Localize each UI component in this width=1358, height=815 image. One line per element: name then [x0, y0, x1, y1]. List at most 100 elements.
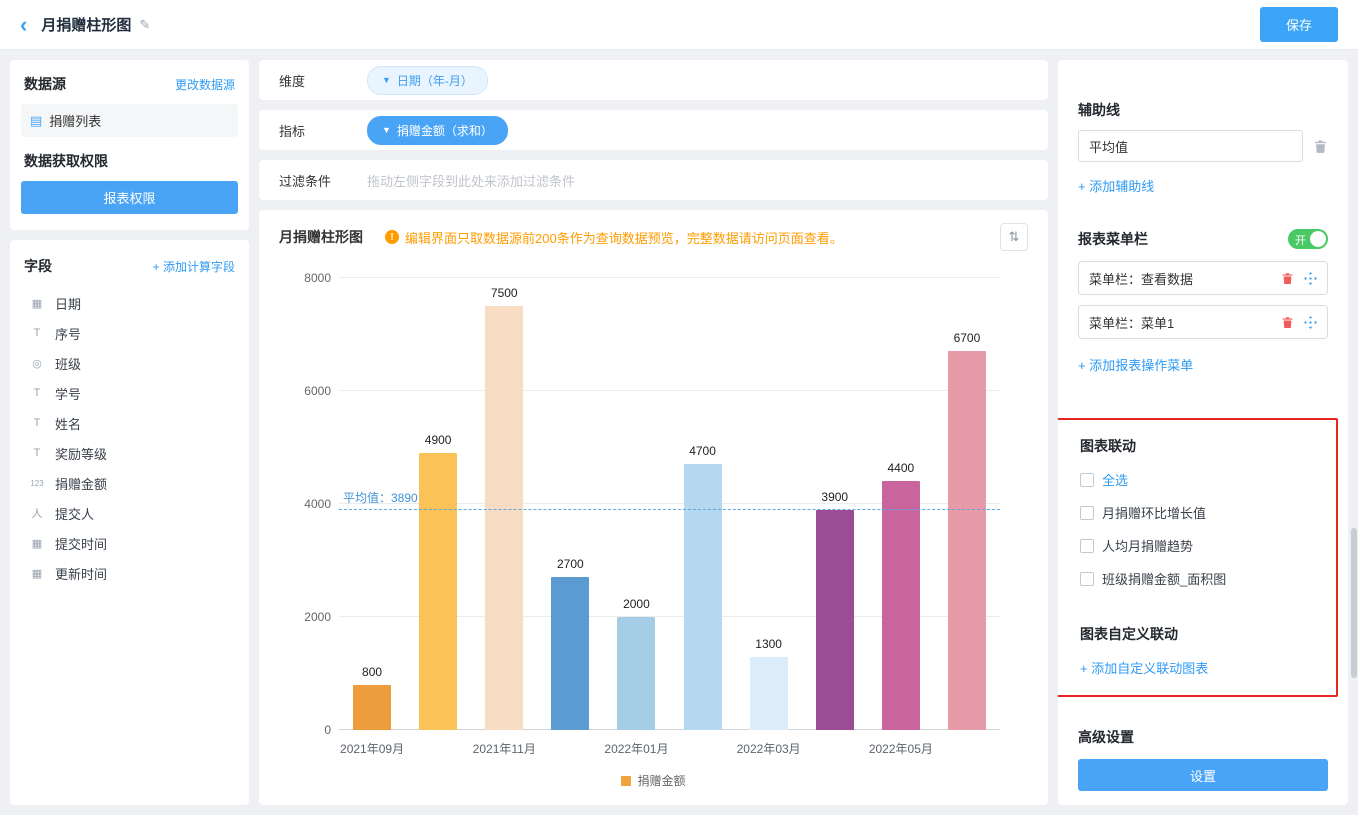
- chart-legend: 捐赠金额: [279, 772, 1028, 789]
- field-item[interactable]: T姓名: [21, 408, 238, 438]
- sort-button[interactable]: ⇅: [1000, 223, 1028, 251]
- bar-value-label: 2700: [557, 557, 584, 571]
- y-tick-label: 8000: [285, 271, 331, 285]
- field-item[interactable]: ▦提交时间: [21, 528, 238, 558]
- trash-icon[interactable]: [1281, 316, 1294, 329]
- bar[interactable]: [816, 510, 854, 730]
- aux-line-input[interactable]: [1078, 130, 1303, 162]
- field-list: ▦日期T序号◎班级T学号T姓名T奖励等级123捐赠金额人提交人▦提交时间▦更新时…: [21, 288, 238, 588]
- y-tick-label: 0: [285, 723, 331, 737]
- bar-value-label: 4900: [425, 433, 452, 447]
- add-custom-linkage-link[interactable]: + 添加自定义联动图表: [1080, 658, 1208, 677]
- bar[interactable]: [353, 685, 391, 730]
- linkage-option[interactable]: 月捐赠环比增长值: [1080, 503, 1324, 522]
- menu-bar-toggle[interactable]: 开: [1288, 229, 1328, 249]
- add-calc-field-link[interactable]: + 添加计算字段: [153, 258, 235, 275]
- warning-icon: !: [385, 230, 399, 244]
- datasource-name: 捐赠列表: [49, 111, 101, 130]
- dimension-pill[interactable]: ▼ 日期（年-月）: [367, 66, 488, 95]
- field-item[interactable]: 人提交人: [21, 498, 238, 528]
- calendar-icon: ▦: [27, 537, 47, 550]
- report-permission-button[interactable]: 报表权限: [21, 181, 238, 214]
- field-item[interactable]: 123捐赠金额: [21, 468, 238, 498]
- scrollbar-thumb[interactable]: [1351, 528, 1357, 678]
- linkage-option-label: 班级捐赠金额_面积图: [1102, 569, 1226, 588]
- x-tick-label: 2022年01月: [604, 740, 668, 757]
- bar-value-label: 6700: [954, 331, 981, 345]
- field-item[interactable]: ▦更新时间: [21, 558, 238, 588]
- text-icon: T: [27, 417, 47, 429]
- bar[interactable]: [948, 351, 986, 730]
- left-sidebar: 数据源 更改数据源 ▤ 捐赠列表 数据获取权限 报表权限 字段 + 添加计算字段…: [10, 60, 249, 805]
- bar[interactable]: [750, 657, 788, 730]
- field-item[interactable]: T 学号: [21, 378, 238, 408]
- legend-item[interactable]: 捐赠金额: [621, 772, 685, 789]
- preview-notice: ! 编辑界面只取数据源前200条作为查询数据预览，完整数据请访问页面查看。: [385, 228, 1000, 247]
- change-datasource-link[interactable]: 更改数据源: [175, 76, 235, 93]
- x-tick-label: 2022年05月: [869, 740, 933, 757]
- bar-value-label: 2000: [623, 597, 650, 611]
- trash-icon[interactable]: [1313, 139, 1328, 154]
- metric-pill-label: 捐赠金额（求和）: [397, 122, 493, 139]
- bar[interactable]: [419, 453, 457, 730]
- y-tick-label: 2000: [285, 610, 331, 624]
- x-tick-label: 2021年09月: [340, 740, 404, 757]
- toggle-on-label: 开: [1295, 232, 1306, 248]
- dimension-label: 维度: [279, 71, 367, 90]
- x-tick-label: 2022年03月: [737, 740, 801, 757]
- filter-label: 过滤条件: [279, 171, 367, 190]
- back-icon[interactable]: ‹: [20, 14, 27, 36]
- datasource-item[interactable]: ▤ 捐赠列表: [21, 104, 238, 137]
- bar[interactable]: [551, 577, 589, 730]
- average-line-label: 平均值：3890: [343, 489, 418, 506]
- edit-title-icon[interactable]: ✎: [139, 17, 150, 33]
- text-icon: T: [27, 447, 47, 459]
- checkbox-icon[interactable]: [1080, 473, 1094, 487]
- calendar-icon: ▦: [27, 567, 47, 580]
- bar[interactable]: [882, 481, 920, 730]
- bar-value-label: 4700: [689, 444, 716, 458]
- filter-dropzone[interactable]: 拖动左侧字段到此处来添加过滤条件: [367, 171, 575, 190]
- move-icon[interactable]: [1304, 272, 1317, 285]
- linkage-option[interactable]: 人均月捐赠趋势: [1080, 536, 1324, 555]
- bar-value-label: 1300: [755, 637, 782, 651]
- field-item[interactable]: T奖励等级: [21, 438, 238, 468]
- custom-linkage-title: 图表自定义联动: [1080, 624, 1324, 644]
- field-label: 学号: [55, 384, 81, 403]
- field-label: 提交人: [55, 504, 94, 523]
- main-layout: 数据源 更改数据源 ▤ 捐赠列表 数据获取权限 报表权限 字段 + 添加计算字段…: [0, 50, 1358, 815]
- bar[interactable]: [485, 306, 523, 730]
- checkbox-icon[interactable]: [1080, 506, 1094, 520]
- trash-icon[interactable]: [1281, 272, 1294, 285]
- linkage-option[interactable]: 全选: [1080, 470, 1324, 489]
- move-icon[interactable]: [1304, 316, 1317, 329]
- save-button[interactable]: 保存: [1260, 7, 1338, 42]
- text-icon: T: [27, 387, 47, 399]
- bar[interactable]: [684, 464, 722, 730]
- preview-notice-text: 编辑界面只取数据源前200条作为查询数据预览，完整数据请访问页面查看。: [405, 228, 843, 247]
- add-aux-line-link[interactable]: + 添加辅助线: [1078, 176, 1154, 195]
- metric-pill[interactable]: ▼ 捐赠金额（求和）: [367, 116, 508, 145]
- bar[interactable]: [617, 617, 655, 730]
- linkage-option-label: 人均月捐赠趋势: [1102, 536, 1193, 555]
- page-title: 月捐赠柱形图: [41, 14, 131, 35]
- checkbox-icon[interactable]: [1080, 572, 1094, 586]
- advanced-settings-button[interactable]: 设置: [1078, 759, 1328, 791]
- field-label: 捐赠金额: [55, 474, 107, 493]
- fields-panel: 字段 + 添加计算字段 ▦日期T序号◎班级T学号T姓名T奖励等级123捐赠金额人…: [10, 240, 249, 805]
- menu-bar-title: 报表菜单栏: [1078, 229, 1148, 249]
- datasource-title: 数据源: [24, 74, 66, 94]
- text-icon: T: [27, 327, 47, 339]
- field-item[interactable]: ◎班级: [21, 348, 238, 378]
- checkbox-icon[interactable]: [1080, 539, 1094, 553]
- add-report-menu-link[interactable]: + 添加报表操作菜单: [1078, 355, 1193, 374]
- field-item[interactable]: T序号: [21, 318, 238, 348]
- person-icon: 人: [27, 505, 47, 521]
- menu-bar-item: 菜单栏：查看数据: [1078, 261, 1328, 295]
- linkage-option[interactable]: 班级捐赠金额_面积图: [1080, 569, 1324, 588]
- bar-value-label: 800: [362, 665, 382, 679]
- metric-label: 指标: [279, 121, 367, 140]
- field-item[interactable]: ▦日期: [21, 288, 238, 318]
- bar-value-label: 4400: [887, 461, 914, 475]
- gridline: [339, 277, 1000, 278]
